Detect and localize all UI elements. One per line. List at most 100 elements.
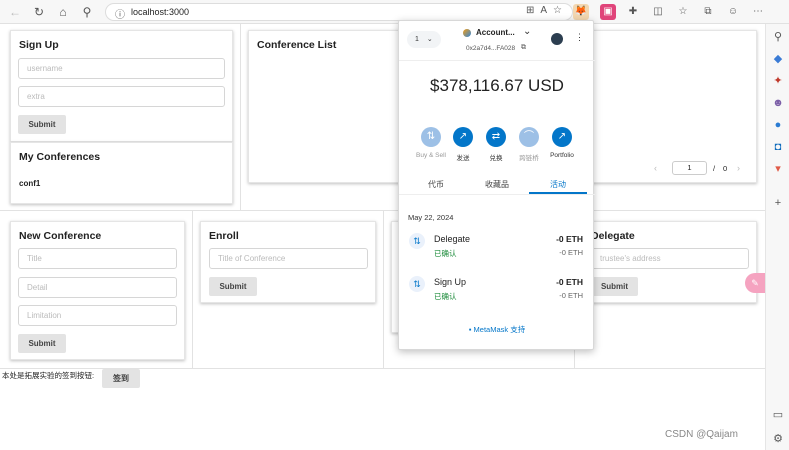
- enroll-title: Enroll: [209, 230, 239, 242]
- conference-list-item[interactable]: conf1: [19, 179, 40, 188]
- sidebar-add-icon[interactable]: +: [771, 196, 785, 210]
- sidebar-games-icon[interactable]: ●: [771, 118, 785, 132]
- back-icon[interactable]: ←: [6, 3, 24, 21]
- new-conference-title: New Conference: [19, 230, 102, 242]
- network-badge: 1: [415, 36, 419, 43]
- conference-limitation-input[interactable]: Limitation: [18, 305, 177, 326]
- copilot-icon[interactable]: ☺: [725, 4, 741, 20]
- favorites-icon[interactable]: ☆: [675, 4, 691, 20]
- browser-toolbar: ← ↻ ⌂ ⚲ ⓘ localhost:3000 ⊞A☆ 🦊 ▣ ✚ ◫ ☆ ⧉…: [0, 0, 789, 24]
- transaction-status: 已确认: [434, 249, 457, 258]
- floating-assistant-icon[interactable]: ✎: [745, 273, 765, 293]
- next-page-icon[interactable]: ›: [737, 163, 740, 173]
- metamask-support-link[interactable]: ▪ MetaMask 支持: [399, 324, 595, 335]
- extensions-puzzle-icon[interactable]: ✚: [625, 4, 641, 20]
- collections-icon[interactable]: ⧉: [700, 4, 716, 20]
- sidebar-settings-icon[interactable]: ⚙: [771, 432, 785, 446]
- tab-activity[interactable]: 活动: [529, 179, 587, 190]
- delegate-title: Delegate: [591, 230, 635, 242]
- account-avatar: [463, 29, 471, 37]
- send-icon[interactable]: ↗: [453, 127, 473, 147]
- metamask-extension-icon[interactable]: 🦊: [573, 4, 589, 20]
- chat-icon: ▪: [468, 325, 472, 334]
- kebab-menu-icon[interactable]: ⋮: [575, 32, 584, 43]
- extension-icon[interactable]: ▣: [600, 4, 616, 20]
- search-icon[interactable]: ⚲: [78, 3, 96, 21]
- transaction-amount: -0 ETH: [556, 234, 583, 244]
- site-connection-icon[interactable]: [551, 33, 563, 45]
- transaction-sub-amount: -0 ETH: [559, 248, 583, 257]
- enroll-conference-input[interactable]: Title of Conference: [209, 248, 368, 269]
- enroll-card: Enroll Title of Conference Submit: [200, 221, 376, 303]
- trustee-address-input[interactable]: trustee's address: [591, 248, 749, 269]
- url-text: localhost:3000: [131, 7, 190, 17]
- network-selector[interactable]: 1 ⌄: [407, 31, 441, 48]
- enroll-submit-button[interactable]: Submit: [209, 277, 257, 296]
- copy-icon[interactable]: ⧉: [521, 44, 526, 52]
- sidebar-tools-icon[interactable]: ✦: [771, 74, 785, 88]
- metamask-popup: 1 ⌄ Account... ⌄ 0x2a7d4...FA028 ⧉ ⋮ $37…: [398, 20, 595, 350]
- conference-detail-input[interactable]: Detail: [18, 277, 177, 298]
- sign-up-submit-button[interactable]: Submit: [18, 115, 66, 134]
- split-screen-icon[interactable]: ◫: [650, 4, 666, 20]
- page-total: 0: [723, 164, 728, 173]
- home-icon[interactable]: ⌂: [54, 3, 72, 21]
- sidebar-screen-icon[interactable]: ▭: [771, 408, 785, 422]
- sign-up-title: Sign Up: [19, 39, 59, 51]
- transaction-amount: -0 ETH: [556, 277, 583, 287]
- prev-page-icon[interactable]: ‹: [654, 163, 657, 173]
- csdn-watermark: CSDN @Qaijam: [665, 429, 738, 440]
- sidebar-tag-icon[interactable]: ◆: [771, 52, 785, 66]
- address-bar[interactable]: ⓘ localhost:3000 ⊞A☆: [105, 3, 573, 21]
- delegate-card: Delegate trustee's address Submit: [582, 221, 757, 303]
- sidebar-shopping-icon[interactable]: ▾: [771, 162, 785, 176]
- delegate-submit-button[interactable]: Submit: [591, 277, 638, 296]
- conference-list-title: Conference List: [257, 39, 337, 51]
- checkin-button[interactable]: 签到: [102, 369, 140, 388]
- tab-collectibles[interactable]: 收藏品: [468, 179, 526, 190]
- grid-divider: [192, 210, 193, 368]
- bridge-icon[interactable]: ⌒: [519, 127, 539, 147]
- transaction-icon: ⇅: [409, 233, 425, 249]
- transaction-name[interactable]: Sign Up: [434, 277, 466, 287]
- sidebar-outlook-icon[interactable]: ◘: [771, 140, 785, 154]
- sidebar-people-icon[interactable]: ☻: [771, 96, 785, 110]
- transaction-sub-amount: -0 ETH: [559, 291, 583, 300]
- account-name[interactable]: Account...: [476, 28, 515, 37]
- sidebar-search-icon[interactable]: ⚲: [771, 30, 785, 44]
- chevron-down-icon: ⌄: [426, 36, 433, 43]
- buy-sell-icon[interactable]: ⇅: [421, 127, 441, 147]
- new-conference-card: New Conference Title Detail Limitation S…: [10, 221, 185, 360]
- refresh-icon[interactable]: ↻: [30, 3, 48, 21]
- sign-up-card: Sign Up username extra Submit: [10, 30, 233, 142]
- dapp-page: Sign Up username extra Submit My Confere…: [0, 24, 765, 450]
- my-conferences-title: My Conferences: [19, 151, 101, 163]
- more-menu-icon[interactable]: ⋯: [750, 4, 766, 20]
- activity-date: May 22, 2024: [408, 213, 454, 222]
- browser-sidebar: ⚲ ◆ ✦ ☻ ● ◘ ▾ + ▭ ⚙: [765, 24, 789, 450]
- tab-tokens[interactable]: 代币: [407, 179, 465, 190]
- swap-icon[interactable]: ⇄: [486, 127, 506, 147]
- grid-divider: [240, 24, 241, 210]
- balance-display: $378,116.67 USD: [430, 76, 564, 95]
- my-conferences-card: My Conferences conf1: [10, 142, 233, 204]
- page-number-input[interactable]: 1: [672, 161, 707, 175]
- transaction-status: 已确认: [434, 292, 457, 301]
- extra-input[interactable]: extra: [18, 86, 225, 107]
- transaction-icon: ⇅: [409, 276, 425, 292]
- portfolio-icon[interactable]: ↗: [552, 127, 572, 147]
- account-address: 0x2a7d4...FA028: [466, 45, 516, 52]
- page-separator: /: [713, 164, 716, 173]
- divider: [399, 60, 595, 61]
- username-input[interactable]: username: [18, 58, 225, 79]
- account-chevron-down-icon[interactable]: ⌄: [523, 26, 531, 37]
- site-info-icon[interactable]: ⓘ: [115, 6, 125, 21]
- portfolio-label[interactable]: Portfolio: [542, 152, 582, 159]
- divider: [399, 194, 595, 195]
- transaction-name[interactable]: Delegate: [434, 234, 470, 244]
- conference-title-input[interactable]: Title: [18, 248, 177, 269]
- address-bar-actions[interactable]: ⊞A☆: [526, 5, 568, 16]
- support-link-label: MetaMask 支持: [473, 325, 526, 334]
- checkin-label: 本处是拓展实验的签到按钮:: [2, 371, 95, 380]
- new-conference-submit-button[interactable]: Submit: [18, 334, 66, 353]
